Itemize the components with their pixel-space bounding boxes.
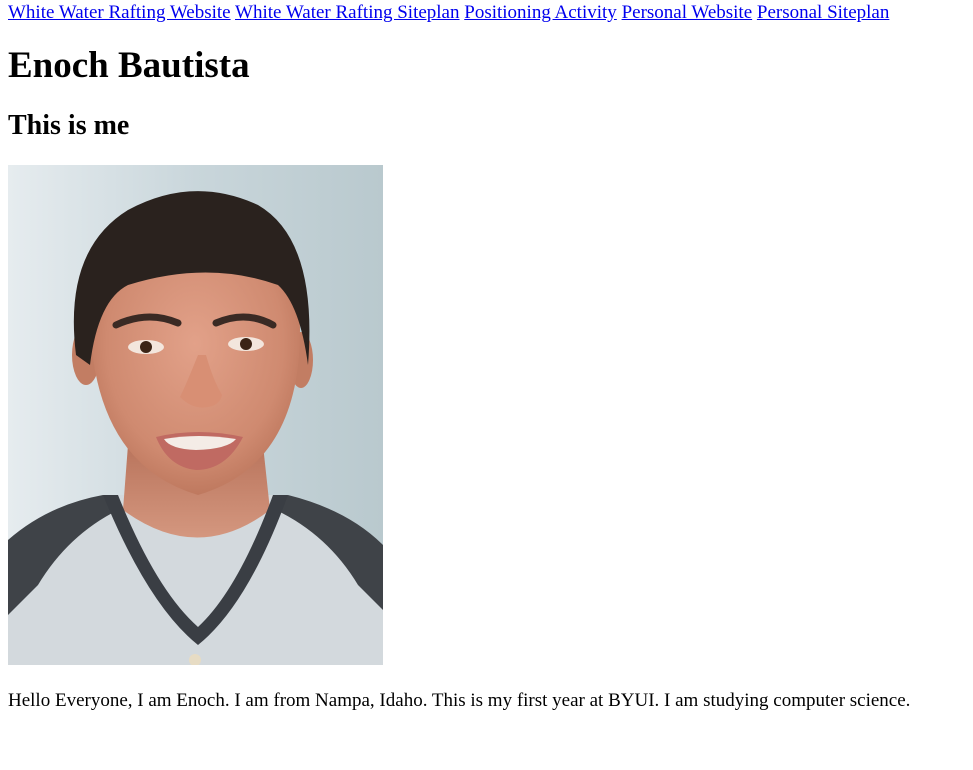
page-title: Enoch Bautista bbox=[8, 45, 250, 86]
nav-link-personal-siteplan[interactable]: Personal Siteplan bbox=[757, 2, 889, 23]
portrait-photo bbox=[8, 165, 383, 665]
top-nav: White Water Rafting Website White Water … bbox=[8, 0, 965, 24]
nav-link-rafting-siteplan[interactable]: White Water Rafting Siteplan bbox=[235, 2, 459, 23]
nav-link-personal-website[interactable]: Personal Website bbox=[622, 2, 753, 23]
page-subtitle: This is me bbox=[8, 110, 130, 141]
nav-link-rafting-website[interactable]: White Water Rafting Website bbox=[8, 2, 231, 23]
bio-paragraph: Hello Everyone, I am Enoch. I am from Na… bbox=[8, 690, 911, 711]
nav-link-positioning-activity[interactable]: Positioning Activity bbox=[464, 2, 617, 23]
page-content: White Water Rafting Website White Water … bbox=[0, 0, 973, 713]
